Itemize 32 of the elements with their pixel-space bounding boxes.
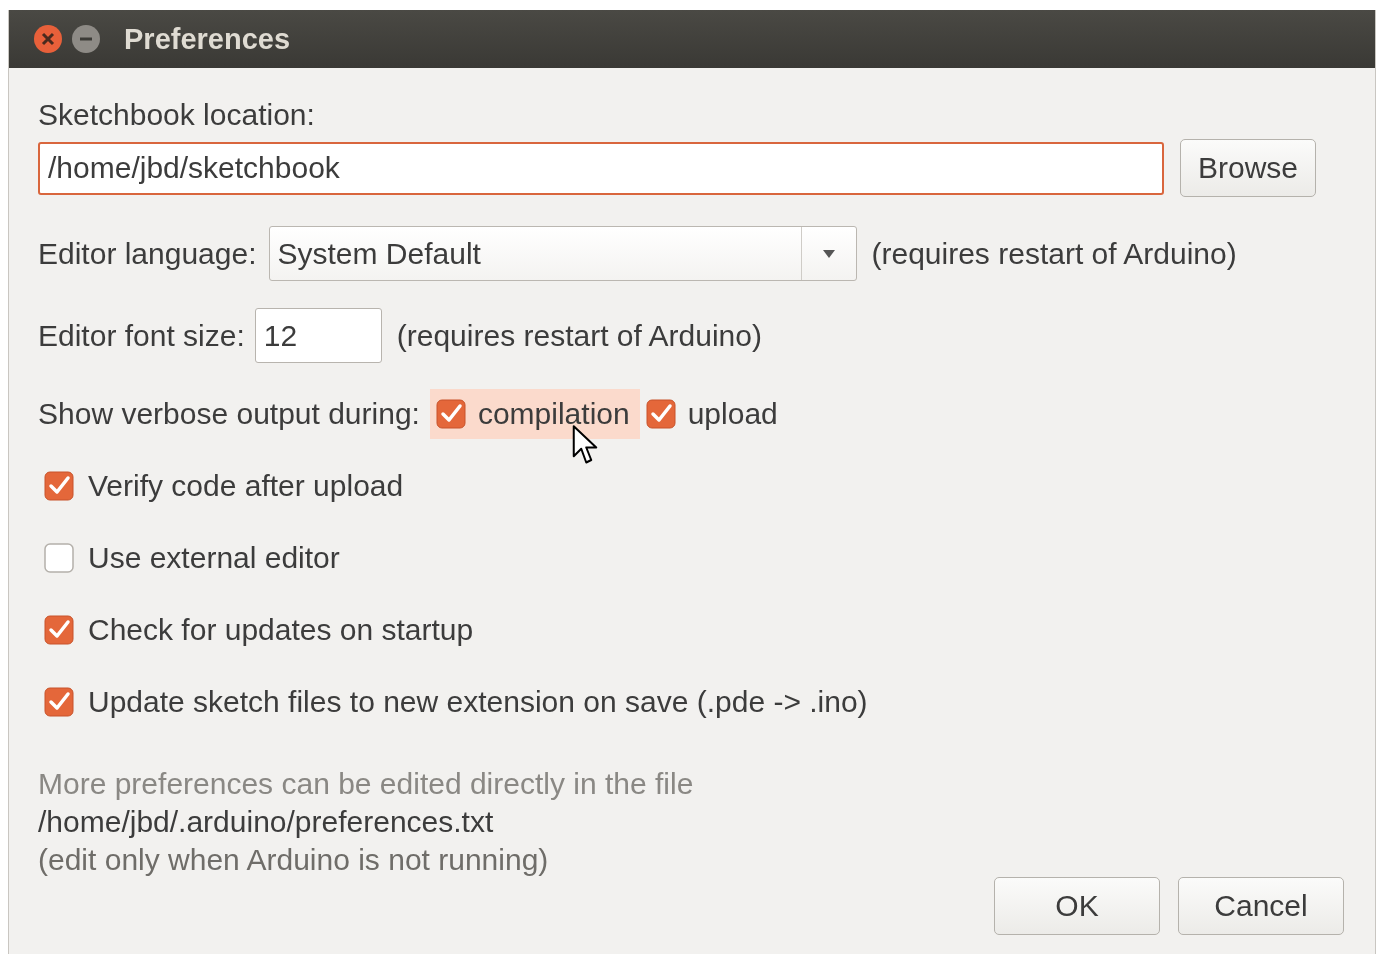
field-label: Editor language: <box>38 236 257 271</box>
font-size-field[interactable]: 12 <box>254 308 382 363</box>
checkbox-label[interactable]: upload <box>687 397 778 431</box>
cancel-button[interactable]: Cancel <box>1178 877 1344 935</box>
note-text: (requires restart of Arduino) <box>396 318 762 353</box>
field-label: Sketchbook location: <box>38 98 316 132</box>
close-icon[interactable] <box>33 24 63 54</box>
checkbox-label[interactable]: Verify code after upload <box>88 469 404 503</box>
caret-icon <box>821 248 836 259</box>
checkbox[interactable] <box>44 615 74 645</box>
dropdown-value: System Default <box>276 235 482 272</box>
info-text: (edit only when Arduino is not running) <box>38 842 550 878</box>
checkbox-label[interactable]: compilation <box>477 397 630 431</box>
ok-button[interactable]: OK <box>994 877 1160 935</box>
minimize-icon[interactable] <box>71 24 101 54</box>
checkbox-label[interactable]: Update sketch files to new extension on save (.pde -> .ino) <box>88 685 868 719</box>
language-dropdown[interactable]: System Default <box>268 226 857 281</box>
checkbox[interactable] <box>44 543 74 573</box>
info-text: More preferences can be edited directly in the file <box>38 766 695 802</box>
checkbox[interactable] <box>645 399 676 429</box>
note-text: (requires restart of Arduino) <box>871 236 1237 271</box>
window-title: Preferences <box>124 22 291 56</box>
checkbox[interactable] <box>435 399 466 429</box>
checkbox[interactable] <box>44 471 74 501</box>
field-label: Show verbose output during: <box>38 397 420 431</box>
field-label: Editor font size: <box>38 318 245 353</box>
checkbox-label[interactable]: Use external editor <box>88 541 340 575</box>
browse-button[interactable]: Browse <box>1180 139 1316 197</box>
path-field[interactable]: /home/jbd/sketchbook <box>38 141 1164 195</box>
checkbox[interactable] <box>44 687 74 717</box>
checkbox-label[interactable]: Check for updates on startup <box>88 613 474 647</box>
file-path: /home/jbd/.arduino/preferences.txt <box>38 804 495 840</box>
